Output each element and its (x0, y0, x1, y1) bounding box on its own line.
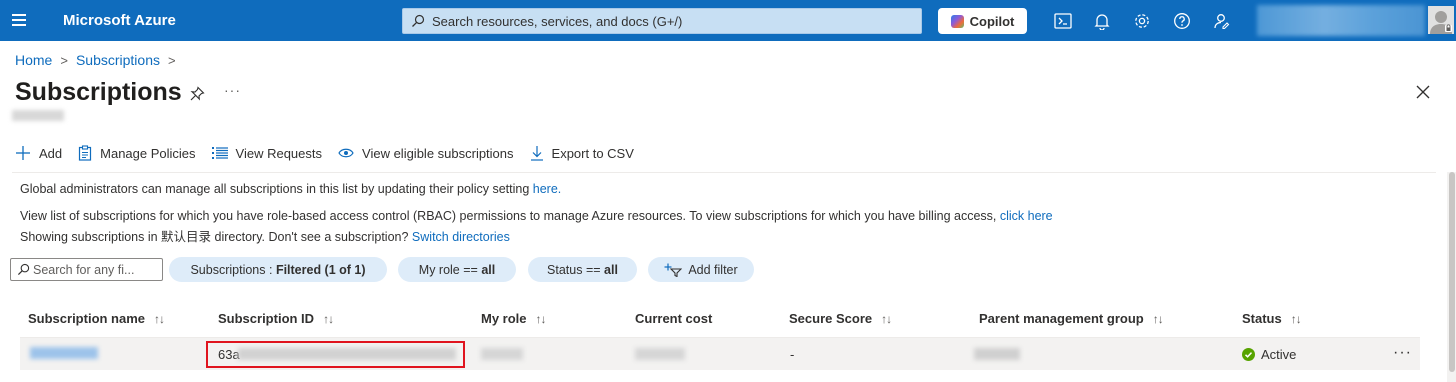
command-bar-divider (12, 172, 1436, 173)
status-cell: Active (1242, 347, 1296, 362)
sort-icon[interactable]: ↑↓ (536, 312, 547, 326)
admin-info-text: Global administrators can manage all sub… (20, 182, 562, 196)
switch-directories-link[interactable]: Switch directories (412, 230, 510, 244)
sort-icon[interactable]: ↑↓ (1291, 312, 1302, 326)
pin-icon[interactable] (189, 86, 205, 102)
add-filter-icon (664, 263, 683, 277)
secure-score-value: - (790, 347, 795, 362)
directory-name-redacted (12, 110, 64, 121)
azure-brand[interactable]: Microsoft Azure (63, 12, 176, 29)
manage-policies-label: Manage Policies (100, 145, 196, 161)
feedback-icon[interactable] (1210, 10, 1232, 32)
column-subscription-name[interactable]: Subscription name ↑↓ (28, 311, 165, 326)
role-filter-pill[interactable]: My role == all (398, 257, 516, 282)
list-icon (211, 147, 228, 159)
status-filter-pill[interactable]: Status == all (528, 257, 637, 282)
export-csv-label: Export to CSV (551, 145, 634, 161)
breadcrumb-home[interactable]: Home (15, 52, 52, 68)
column-parent-management-group[interactable]: Parent management group ↑↓ (979, 311, 1164, 326)
command-bar: Add Manage Policies View Requests View e… (15, 140, 650, 166)
parent-group-redacted (974, 348, 1020, 360)
global-search[interactable] (402, 8, 922, 34)
copilot-icon (950, 14, 964, 28)
breadcrumb-subscriptions[interactable]: Subscriptions (76, 52, 160, 68)
add-filter-button[interactable]: Add filter (648, 257, 754, 282)
cloud-shell-icon[interactable] (1052, 10, 1074, 32)
help-icon[interactable] (1171, 10, 1193, 32)
view-eligible-subscriptions-button[interactable]: View eligible subscriptions (338, 140, 514, 166)
scrollbar-thumb[interactable] (1449, 172, 1455, 372)
table-header: Subscription name ↑↓ Subscription ID ↑↓ My… (20, 306, 1420, 332)
download-icon (530, 146, 543, 161)
sort-icon[interactable]: ↑↓ (323, 312, 334, 326)
rbac-info-text: View list of subscriptions for which you… (20, 209, 1053, 223)
view-requests-button[interactable]: View Requests (211, 140, 323, 166)
column-my-role[interactable]: My role ↑↓ (481, 311, 547, 326)
view-requests-label: View Requests (235, 145, 323, 161)
column-secure-score[interactable]: Secure Score ↑↓ (789, 311, 892, 326)
directory-info-text: Showing subscriptions in 默认目录 directory.… (20, 230, 510, 244)
policy-setting-link[interactable]: here. (533, 182, 562, 196)
top-nav-bar: Microsoft Azure Copilot (0, 0, 1456, 41)
bell-icon[interactable] (1091, 10, 1113, 32)
current-cost-redacted (635, 348, 685, 360)
plus-icon (16, 146, 30, 160)
hamburger-menu-icon[interactable] (8, 8, 32, 32)
subscription-id-highlight (206, 341, 465, 368)
column-subscription-id[interactable]: Subscription ID ↑↓ (218, 311, 334, 326)
page-title: Subscriptions (15, 78, 182, 106)
row-more-icon[interactable]: ··· (1393, 344, 1412, 362)
billing-access-link[interactable]: click here (1000, 209, 1053, 223)
manage-policies-button[interactable]: Manage Policies (78, 140, 196, 166)
copilot-label: Copilot (969, 13, 1015, 29)
add-label: Add (39, 145, 63, 161)
copilot-button[interactable]: Copilot (938, 8, 1027, 34)
more-options-icon[interactable]: ··· (224, 82, 241, 98)
eye-icon (338, 148, 354, 158)
avatar[interactable] (1428, 6, 1454, 34)
subscriptions-filter-pill[interactable]: Subscriptions : Filtered (1 of 1) (169, 257, 387, 282)
search-icon (17, 263, 30, 276)
view-eligible-label: View eligible subscriptions (362, 145, 514, 161)
add-button[interactable]: Add (15, 140, 62, 166)
check-circle-icon (1242, 348, 1255, 361)
column-status[interactable]: Status ↑↓ (1242, 311, 1302, 326)
filter-search-input[interactable] (33, 259, 161, 280)
export-csv-button[interactable]: Export to CSV (530, 140, 634, 166)
my-role-redacted (481, 348, 523, 360)
breadcrumb-separator: > (60, 52, 68, 68)
close-icon[interactable] (1416, 85, 1430, 99)
table-row[interactable]: 63a - Active ··· (20, 337, 1420, 370)
scrollbar[interactable] (1447, 172, 1456, 382)
status-text: Active (1261, 347, 1297, 362)
account-info-redacted[interactable] (1257, 5, 1425, 36)
sort-icon[interactable]: ↑↓ (154, 312, 165, 326)
gear-icon[interactable] (1131, 10, 1153, 32)
search-icon (412, 14, 425, 27)
column-current-cost: Current cost (635, 311, 713, 326)
subscription-name-redacted[interactable] (30, 347, 98, 359)
breadcrumb: Home > Subscriptions > (15, 52, 176, 68)
breadcrumb-separator: > (168, 52, 176, 68)
clipboard-icon (79, 145, 92, 161)
sort-icon[interactable]: ↑↓ (881, 312, 892, 326)
global-search-input[interactable] (432, 9, 912, 33)
filter-search-box[interactable] (10, 258, 163, 281)
sort-icon[interactable]: ↑↓ (1153, 312, 1164, 326)
